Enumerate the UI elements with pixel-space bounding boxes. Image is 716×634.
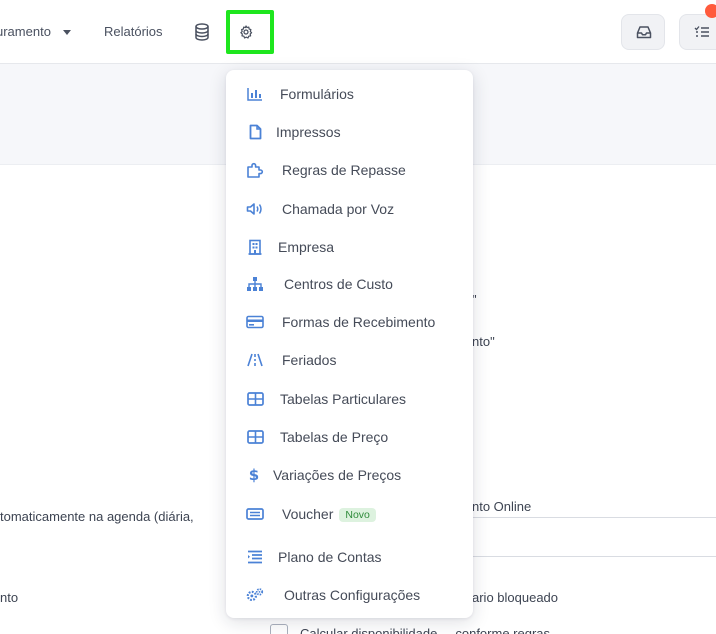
menu-item-label: Tabelas Particulares — [280, 391, 407, 407]
menu-item-label: Outras Configurações — [284, 587, 421, 603]
speaker-icon — [246, 200, 264, 218]
credit-card-icon — [246, 313, 264, 331]
divider — [470, 517, 716, 518]
caret-down-icon — [62, 30, 71, 36]
background-option-online: nto Online — [472, 499, 532, 514]
nav-faturamento-menu[interactable]: uramento — [0, 24, 71, 39]
menu-item-feriados[interactable]: Feriados — [226, 342, 473, 378]
voucher-label: Voucher — [282, 505, 334, 522]
gear-icon[interactable] — [239, 25, 253, 39]
divider — [470, 556, 716, 557]
bar-chart-icon — [246, 85, 264, 103]
inbox-button[interactable] — [621, 14, 665, 50]
menu-item-impressos[interactable]: Impressos — [226, 114, 473, 150]
new-badge: Novo — [339, 508, 376, 523]
background-text-quote-2: nto" — [472, 334, 495, 349]
nav-faturamento-label: uramento — [0, 24, 51, 39]
table-icon — [246, 390, 264, 408]
menu-item-formularios[interactable]: Formulários — [226, 76, 473, 112]
background-text-auto: tomaticamente na agenda (diária, — [0, 509, 194, 524]
table-icon — [246, 428, 264, 446]
settings-dropdown-menu: Formulários Impressos Regras de Repasse … — [226, 70, 473, 618]
menu-item-label: Formas de Recebimento — [282, 314, 436, 330]
menu-item-label: Chamada por Voz — [282, 201, 395, 217]
menu-item-label: Voucher Novo — [282, 505, 376, 523]
building-icon — [246, 238, 264, 256]
menu-item-variacoes-precos[interactable]: $ Variações de Preços — [226, 457, 473, 493]
menu-item-label: Variações de Preços — [273, 467, 402, 483]
menu-item-label: Feriados — [282, 352, 337, 368]
menu-item-tabelas-particulares[interactable]: Tabelas Particulares — [226, 381, 473, 417]
menu-item-label: Impressos — [276, 124, 341, 140]
menu-item-centros-custo[interactable]: Centros de Custo — [226, 266, 473, 302]
menu-item-label: Tabelas de Preço — [280, 429, 389, 445]
dollar-icon: $ — [248, 466, 260, 484]
background-text-cut: Calcular disponibilidade ... conforme re… — [300, 626, 551, 634]
sitemap-icon — [246, 275, 264, 293]
file-icon — [246, 123, 264, 141]
menu-item-tabelas-preco[interactable]: Tabelas de Preço — [226, 419, 473, 455]
menu-item-label: Regras de Repasse — [282, 162, 406, 178]
puzzle-icon — [246, 161, 264, 179]
background-text-ento: nto — [0, 590, 19, 605]
voucher-icon — [246, 505, 264, 523]
menu-item-regras-repasse[interactable]: Regras de Repasse — [226, 152, 473, 188]
gears-icon — [246, 586, 264, 604]
menu-item-plano-contas[interactable]: Plano de Contas — [226, 539, 473, 575]
top-navigation-bar: uramento Relatórios — [0, 0, 716, 64]
menu-item-label: Plano de Contas — [278, 549, 382, 565]
menu-item-empresa[interactable]: Empresa — [226, 229, 473, 265]
background-checkbox[interactable] — [270, 624, 288, 634]
checklist-icon — [694, 26, 709, 37]
menu-item-chamada-voz[interactable]: Chamada por Voz — [226, 191, 473, 227]
road-icon — [246, 351, 264, 369]
menu-item-label: Empresa — [278, 239, 335, 255]
notification-badge — [705, 4, 716, 18]
menu-item-outras-configuracoes[interactable]: Outras Configurações — [226, 577, 473, 613]
inbox-icon — [636, 26, 652, 39]
background-text-bloqueado: ario bloqueado — [472, 590, 559, 605]
menu-item-label: Formulários — [280, 86, 354, 102]
menu-item-label: Centros de Custo — [284, 276, 393, 292]
list-icon — [246, 548, 264, 566]
menu-item-voucher[interactable]: Voucher Novo — [226, 496, 473, 532]
database-icon[interactable] — [194, 23, 210, 41]
menu-item-formas-recebimento[interactable]: Formas de Recebimento — [226, 304, 473, 340]
tasks-button[interactable] — [679, 14, 716, 50]
nav-relatorios-link[interactable]: Relatórios — [104, 24, 163, 39]
